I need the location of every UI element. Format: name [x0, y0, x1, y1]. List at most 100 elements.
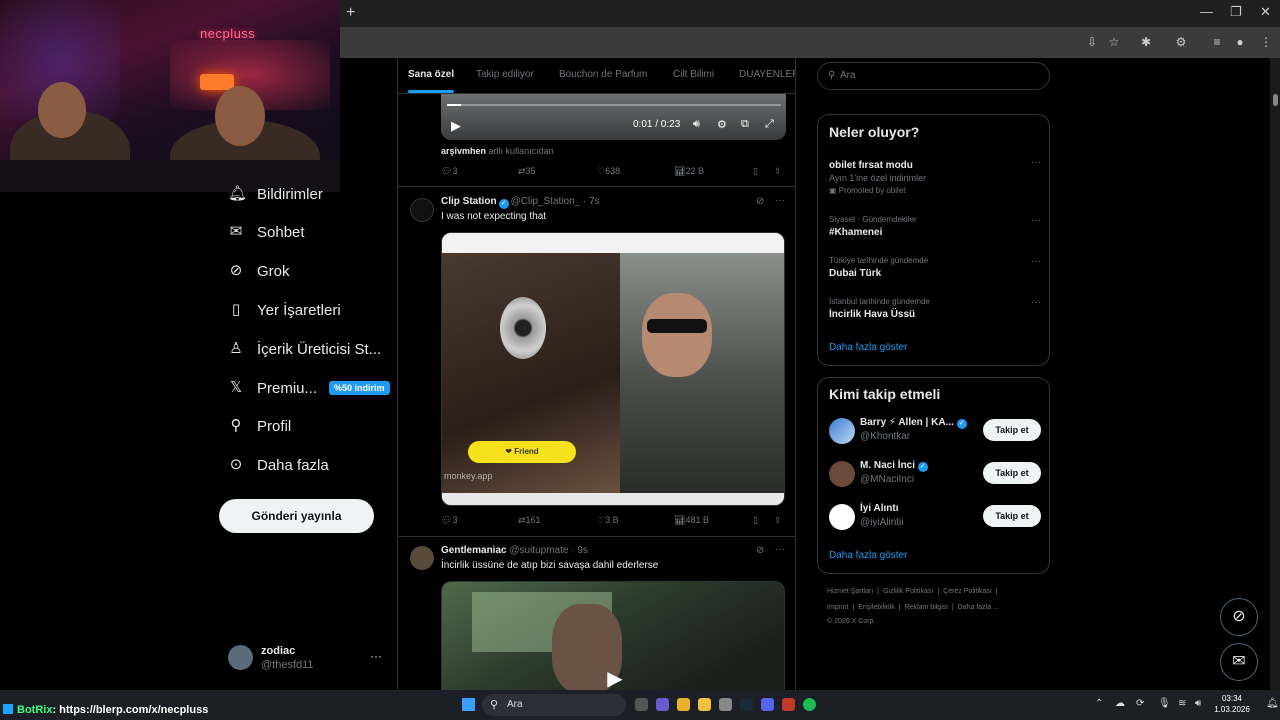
bookmark-post-icon[interactable]: ▯: [753, 515, 758, 526]
post-time[interactable]: · 9s: [571, 545, 588, 556]
post-more-icon[interactable]: ···: [775, 544, 785, 555]
repost-button[interactable]: ⇄ 161: [518, 515, 541, 526]
taskbar-search[interactable]: ⚲ Ara: [482, 694, 626, 716]
steam-icon[interactable]: [740, 698, 753, 711]
share-icon[interactable]: ⇪: [774, 166, 782, 177]
follow-button[interactable]: Takip et: [983, 462, 1041, 484]
footer-link-more[interactable]: Daha fazla ...: [958, 604, 999, 611]
nav-bookmarks[interactable]: ▯ Yer İşaretleri: [228, 298, 341, 322]
author-handle[interactable]: @Clip_Station_: [511, 196, 581, 207]
trend-more-icon[interactable]: ···: [1031, 297, 1041, 308]
who-show-more-link[interactable]: Daha fazla göster: [829, 550, 907, 561]
trend-item[interactable]: İstanbul tarihinde gündemde İncirlik Hav…: [829, 297, 1041, 320]
footer-link-accessibility[interactable]: Erişilebilirlik: [858, 604, 895, 611]
nav-grok[interactable]: ⊘ Grok: [228, 259, 290, 283]
post-button[interactable]: Gönderi yayınla: [219, 499, 374, 533]
nav-more[interactable]: ⊙ Daha fazla: [228, 453, 329, 477]
footer-link-cookies[interactable]: Çerez Politikası: [943, 588, 992, 595]
minimize-icon[interactable]: —: [1200, 4, 1213, 19]
grok-explain-icon[interactable]: ⊘: [756, 545, 764, 556]
footer-link-privacy[interactable]: Gizlilik Politikası: [883, 588, 933, 595]
nav-premium[interactable]: 𝕏 Premiu... %50 indirim: [228, 376, 390, 400]
account-switcher[interactable]: zodiac @thesfd11 ···: [228, 643, 388, 673]
like-button[interactable]: ♡ 638: [597, 166, 620, 177]
nav-profile[interactable]: ⚲ Profil: [228, 414, 292, 438]
tray-overflow-icon[interactable]: ⌃: [1095, 698, 1103, 709]
picture-in-picture-icon[interactable]: ⧉: [741, 118, 749, 131]
chrome-icon[interactable]: [677, 698, 690, 711]
video-player[interactable]: ▶ 0:01 / 0:23 🔊︎ ⚙ ⧉ ⤢: [441, 94, 786, 140]
windows-start-icon[interactable]: [462, 698, 475, 711]
tray-app-icon[interactable]: ☁: [1115, 698, 1125, 709]
repost-button[interactable]: ⇄ 35: [518, 166, 536, 177]
file-explorer-icon[interactable]: [698, 698, 711, 711]
nav-chat[interactable]: ✉ Sohbet: [228, 220, 305, 244]
post-more-icon[interactable]: ···: [775, 195, 785, 206]
follow-button[interactable]: Takip et: [983, 505, 1041, 527]
play-icon[interactable]: ▶: [600, 664, 630, 690]
tab-list-icon[interactable]: ≡: [1209, 34, 1225, 50]
trend-more-icon[interactable]: ···: [1031, 157, 1041, 168]
avatar[interactable]: [410, 198, 434, 222]
video-progress-track[interactable]: [447, 104, 781, 106]
discord-icon[interactable]: [761, 698, 774, 711]
tab-bouchon-de-parfum[interactable]: Bouchon de Parfum: [559, 69, 647, 80]
browser-menu-icon[interactable]: ⋮: [1258, 34, 1274, 50]
volume-icon[interactable]: 🔊︎: [1195, 698, 1201, 709]
tray-app-icon[interactable]: ⟳: [1136, 698, 1144, 709]
app-icon[interactable]: [782, 698, 795, 711]
messages-fab-icon[interactable]: ✉: [1220, 643, 1258, 681]
footer-link-ads-info[interactable]: Reklam bilgisi: [905, 604, 948, 611]
tab-duayenler[interactable]: DUAYENLER: [739, 69, 795, 80]
fullscreen-icon[interactable]: ⤢: [765, 118, 774, 131]
reply-button[interactable]: 💬︎ 3: [441, 166, 457, 177]
extension-puzzle-icon[interactable]: ⚙: [1173, 34, 1189, 50]
footer-link-imprint[interactable]: Imprint: [827, 604, 848, 611]
app-icon[interactable]: [719, 698, 732, 711]
grok-fab-icon[interactable]: ⊘: [1220, 598, 1258, 636]
follow-suggestion[interactable]: Barry ⚡ Allen | KA... ✓ @Khontkar Takip …: [829, 416, 1041, 446]
install-app-icon[interactable]: ⇩: [1084, 34, 1100, 50]
tab-for-you[interactable]: Sana özel: [408, 69, 454, 80]
post-video[interactable]: ❤ Friend monkey.app: [441, 232, 785, 506]
like-button[interactable]: ♡ 3 B: [597, 515, 619, 526]
tab-cilt-bilimi[interactable]: Cilt Bilimi: [673, 69, 714, 80]
views-button[interactable]: 📊︎ 22 B: [674, 166, 704, 177]
grok-explain-icon[interactable]: ⊘: [756, 196, 764, 207]
reply-button[interactable]: 💬︎ 3: [441, 515, 457, 526]
footer-link-terms[interactable]: Hizmet Şartları: [827, 588, 873, 595]
tab-following[interactable]: Takip ediliyor: [476, 69, 534, 80]
notification-icon[interactable]: 🔔︎: [1266, 698, 1279, 709]
bookmark-post-icon[interactable]: ▯: [753, 166, 758, 177]
views-button[interactable]: 📊︎ 481 B: [674, 515, 709, 526]
new-tab-button[interactable]: +: [346, 4, 355, 22]
follow-button[interactable]: Takip et: [983, 419, 1041, 441]
source-username[interactable]: arşivmhen: [441, 146, 486, 156]
avatar[interactable]: [410, 546, 434, 570]
settings-gear-icon[interactable]: ⚙: [717, 118, 727, 131]
scrollbar-thumb[interactable]: [1273, 94, 1278, 106]
task-view-icon[interactable]: [635, 698, 648, 711]
extensions-icon[interactable]: ✱: [1138, 34, 1154, 50]
trend-item[interactable]: obilet fırsat modu Ayın 1'ine özel indir…: [829, 157, 1041, 195]
app-icon[interactable]: [656, 698, 669, 711]
trend-item[interactable]: Türkiye tarihinde gündemde Dubai Türk ··…: [829, 256, 1041, 279]
spotify-icon[interactable]: [803, 698, 816, 711]
restore-icon[interactable]: ❐: [1230, 4, 1242, 20]
close-window-icon[interactable]: ✕: [1260, 4, 1271, 20]
profile-avatar-icon[interactable]: ●: [1232, 34, 1248, 50]
share-icon[interactable]: ⇪: [774, 515, 782, 526]
bookmark-star-icon[interactable]: ☆: [1106, 34, 1122, 50]
follow-suggestion[interactable]: İyi Alıntı @iyiAlintii Takip et: [829, 502, 1041, 532]
author-handle[interactable]: @suitupmate: [509, 545, 568, 556]
nav-creator-studio[interactable]: ♙ İçerik Üreticisi St...: [228, 337, 381, 361]
page-scrollbar[interactable]: [1270, 58, 1280, 690]
post-video[interactable]: ▶: [441, 581, 785, 690]
follow-suggestion[interactable]: M. Naci İnci ✓ @MNaciInci Takip et: [829, 459, 1041, 489]
post-time[interactable]: · 7s: [583, 196, 600, 207]
author-name[interactable]: Clip Station: [441, 196, 497, 207]
trend-more-icon[interactable]: ···: [1031, 256, 1041, 267]
trends-show-more-link[interactable]: Daha fazla göster: [829, 342, 907, 353]
trend-item[interactable]: Siyaset · Gündemdekiler #Khamenei ···: [829, 215, 1041, 238]
search-box[interactable]: ⚲ Ara: [817, 62, 1050, 90]
